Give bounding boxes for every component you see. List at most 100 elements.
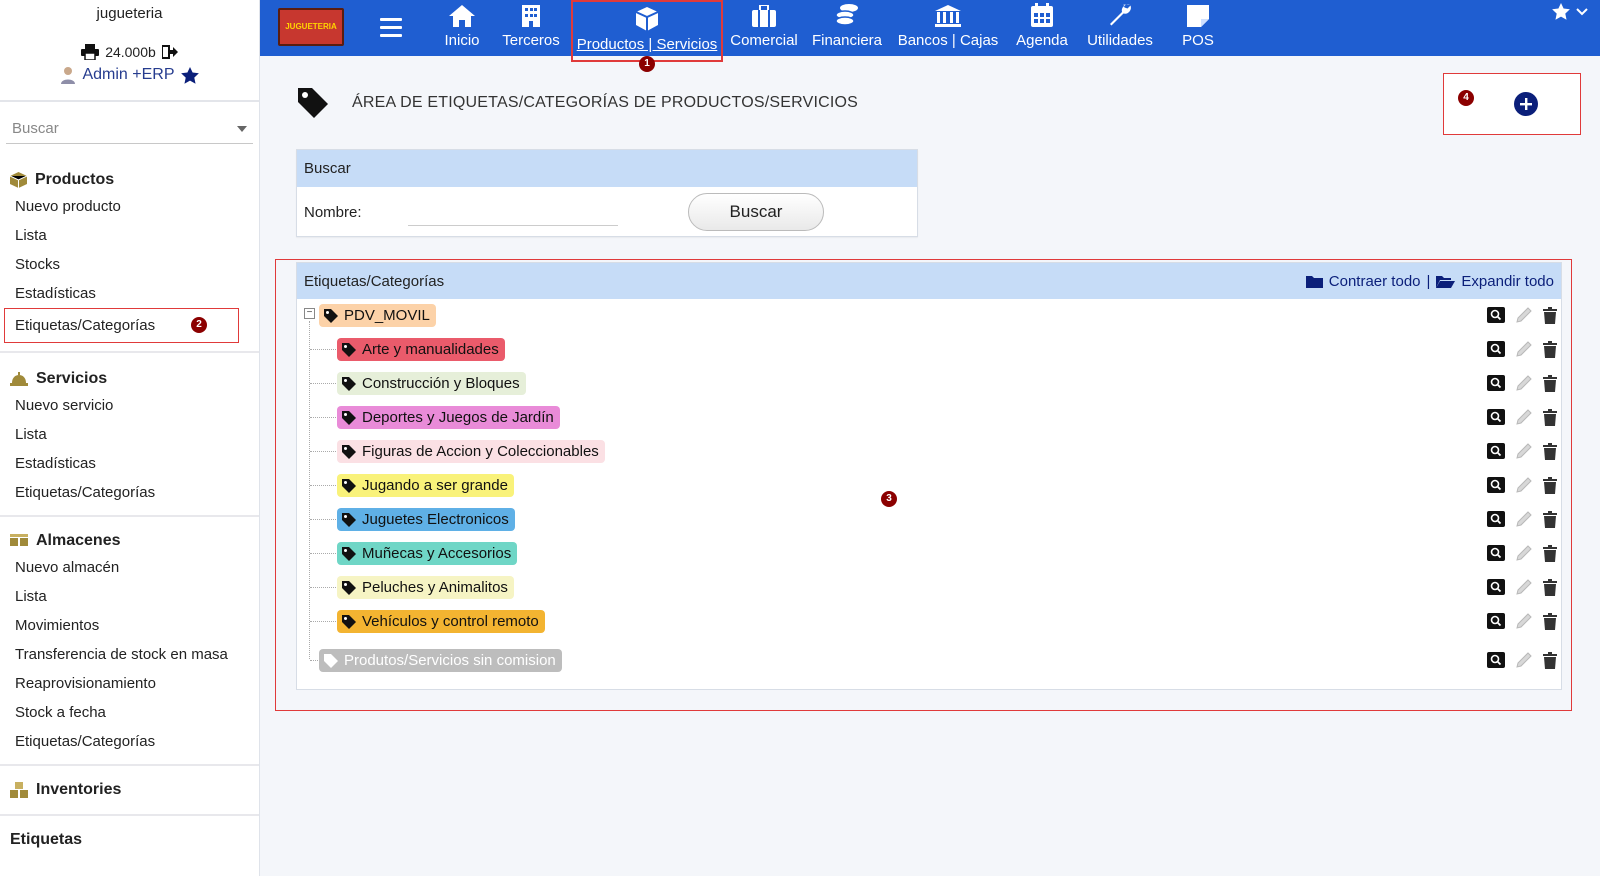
logout-icon[interactable] — [161, 45, 178, 59]
edit-pencil-icon[interactable] — [1515, 374, 1533, 392]
view-icon[interactable] — [1487, 307, 1505, 323]
sidebar-item-lista[interactable]: Lista — [0, 221, 259, 250]
view-icon[interactable] — [1487, 409, 1505, 425]
edit-pencil-icon[interactable] — [1515, 651, 1533, 669]
view-icon[interactable] — [1487, 545, 1505, 561]
nav-utilidades[interactable]: Utilidades — [1082, 0, 1158, 56]
menu-head-label: Etiquetas — [10, 831, 83, 848]
category-tag[interactable]: Juguetes Electronicos — [337, 508, 515, 531]
nav-label: Productos | Servicios — [576, 36, 718, 53]
row-actions — [1487, 374, 1557, 392]
category-tag[interactable]: Figuras de Accion y Coleccionables — [337, 440, 605, 463]
sidebar-item-nuevo-producto[interactable]: Nuevo producto — [0, 192, 259, 221]
sidebar-item-stocks[interactable]: Stocks — [0, 250, 259, 279]
view-icon[interactable] — [1487, 341, 1505, 357]
nav-bancos-cajas[interactable]: Bancos | Cajas — [896, 0, 1000, 56]
sidebar-item-etiquetas-servicios[interactable]: Etiquetas/Categorías — [0, 478, 259, 507]
sidebar-item-etiquetas-productos[interactable]: Etiquetas/Categorías 2 — [4, 308, 239, 343]
sidebar-item-nuevo-almacen[interactable]: Nuevo almacén — [0, 553, 259, 582]
nav-pos[interactable]: POS — [1174, 0, 1222, 56]
bookmarks-dropdown[interactable] — [1552, 3, 1588, 20]
menu-head-etiquetas[interactable]: Etiquetas — [0, 828, 259, 852]
trash-icon[interactable] — [1543, 612, 1557, 630]
trash-icon[interactable] — [1543, 442, 1557, 460]
category-tag[interactable]: Construcción y Bloques — [337, 372, 526, 395]
trash-icon[interactable] — [1543, 510, 1557, 528]
tree-body: 3 − PDV_MOVIL Arte y manualidades Constru… — [297, 299, 1561, 691]
boxes-icon — [10, 534, 28, 546]
category-tag[interactable]: Peluches y Animalitos — [337, 576, 514, 599]
edit-pencil-icon[interactable] — [1515, 408, 1533, 426]
view-icon[interactable] — [1487, 511, 1505, 527]
category-tag[interactable]: Deportes y Juegos de Jardín — [337, 406, 560, 429]
edit-pencil-icon[interactable] — [1515, 340, 1533, 358]
home-icon — [449, 5, 475, 27]
hamburger-menu-icon[interactable] — [380, 18, 402, 38]
add-category-button[interactable] — [1514, 92, 1538, 116]
view-icon[interactable] — [1487, 613, 1505, 629]
nav-label: Comercial — [730, 32, 798, 49]
trash-icon[interactable] — [1543, 374, 1557, 392]
printer-icon[interactable] — [81, 44, 100, 60]
edit-pencil-icon[interactable] — [1515, 306, 1533, 324]
view-icon[interactable] — [1487, 375, 1505, 391]
sidebar-item-lista[interactable]: Lista — [0, 582, 259, 611]
sidebar-item-estadisticas[interactable]: Estadísticas — [0, 449, 259, 478]
category-tag[interactable]: Produtos/Servicios sin comision — [319, 649, 562, 672]
sidebar-item-estadisticas[interactable]: Estadísticas — [0, 279, 259, 308]
nav-label: Terceros — [502, 32, 560, 49]
trash-icon[interactable] — [1543, 544, 1557, 562]
view-icon[interactable] — [1487, 477, 1505, 493]
sidebar-search-select[interactable]: Buscar — [6, 120, 253, 144]
nav-financiera[interactable]: Financiera — [811, 0, 883, 56]
category-tag[interactable]: Vehículos y control remoto — [337, 610, 545, 633]
expand-all-link[interactable]: Expandir todo — [1461, 273, 1554, 290]
sidebar-item-etiquetas-almacenes[interactable]: Etiquetas/Categorías — [0, 727, 259, 756]
star-icon[interactable] — [180, 66, 199, 84]
sidebar-item-stock-a-fecha[interactable]: Stock a fecha — [0, 698, 259, 727]
sidebar-item-movimientos[interactable]: Movimientos — [0, 611, 259, 640]
trash-icon[interactable] — [1543, 306, 1557, 324]
sidebar-item-lista[interactable]: Lista — [0, 420, 259, 449]
view-icon[interactable] — [1487, 443, 1505, 459]
category-tag[interactable]: Jugando a ser grande — [337, 474, 514, 497]
name-input[interactable] — [408, 198, 618, 226]
collapse-all-link[interactable]: Contraer todo — [1329, 273, 1421, 290]
collapse-toggle-icon[interactable]: − — [304, 308, 315, 319]
edit-pencil-icon[interactable] — [1515, 578, 1533, 596]
menu-head-servicios[interactable]: Servicios — [0, 367, 259, 391]
menu-head-inventories[interactable]: Inventories — [0, 778, 259, 802]
user-link[interactable]: Admin +ERP — [0, 66, 259, 84]
edit-pencil-icon[interactable] — [1515, 612, 1533, 630]
tree-header: Etiquetas/Categorías Contraer todo | Exp… — [297, 263, 1561, 299]
menu-head-label: Inventories — [36, 781, 122, 798]
view-icon[interactable] — [1487, 579, 1505, 595]
nav-agenda[interactable]: Agenda — [1010, 0, 1074, 56]
trash-icon[interactable] — [1543, 340, 1557, 358]
nav-inicio[interactable]: Inicio — [430, 0, 494, 56]
sidebar-item-transferencia[interactable]: Transferencia de stock en masa — [0, 640, 259, 669]
edit-pencil-icon[interactable] — [1515, 544, 1533, 562]
category-tag[interactable]: Muñecas y Accesorios — [337, 542, 518, 565]
user-name[interactable]: Admin +ERP — [82, 66, 174, 84]
category-tag[interactable]: PDV_MOVIL — [319, 304, 436, 327]
menu-head-almacenes[interactable]: Almacenes — [0, 529, 259, 553]
category-tag[interactable]: Arte y manualidades — [337, 338, 505, 361]
view-icon[interactable] — [1487, 652, 1505, 668]
tag-icon — [342, 614, 356, 629]
edit-pencil-icon[interactable] — [1515, 510, 1533, 528]
search-button[interactable]: Buscar — [688, 193, 824, 231]
trash-icon[interactable] — [1543, 578, 1557, 596]
edit-pencil-icon[interactable] — [1515, 442, 1533, 460]
nav-terceros[interactable]: Terceros — [500, 0, 562, 56]
sidebar-item-reaprovisionamiento[interactable]: Reaprovisionamiento — [0, 669, 259, 698]
trash-icon[interactable] — [1543, 476, 1557, 494]
trash-icon[interactable] — [1543, 651, 1557, 669]
nav-comercial[interactable]: Comercial — [728, 0, 800, 56]
company-logo[interactable]: JUGUETERIA — [278, 8, 344, 46]
trash-icon[interactable] — [1543, 408, 1557, 426]
edit-pencil-icon[interactable] — [1515, 476, 1533, 494]
menu-head-productos[interactable]: Productos — [0, 168, 259, 192]
sidebar-item-nuevo-servicio[interactable]: Nuevo servicio — [0, 391, 259, 420]
nav-productos-servicios[interactable]: Productos | Servicios 1 — [571, 0, 723, 72]
